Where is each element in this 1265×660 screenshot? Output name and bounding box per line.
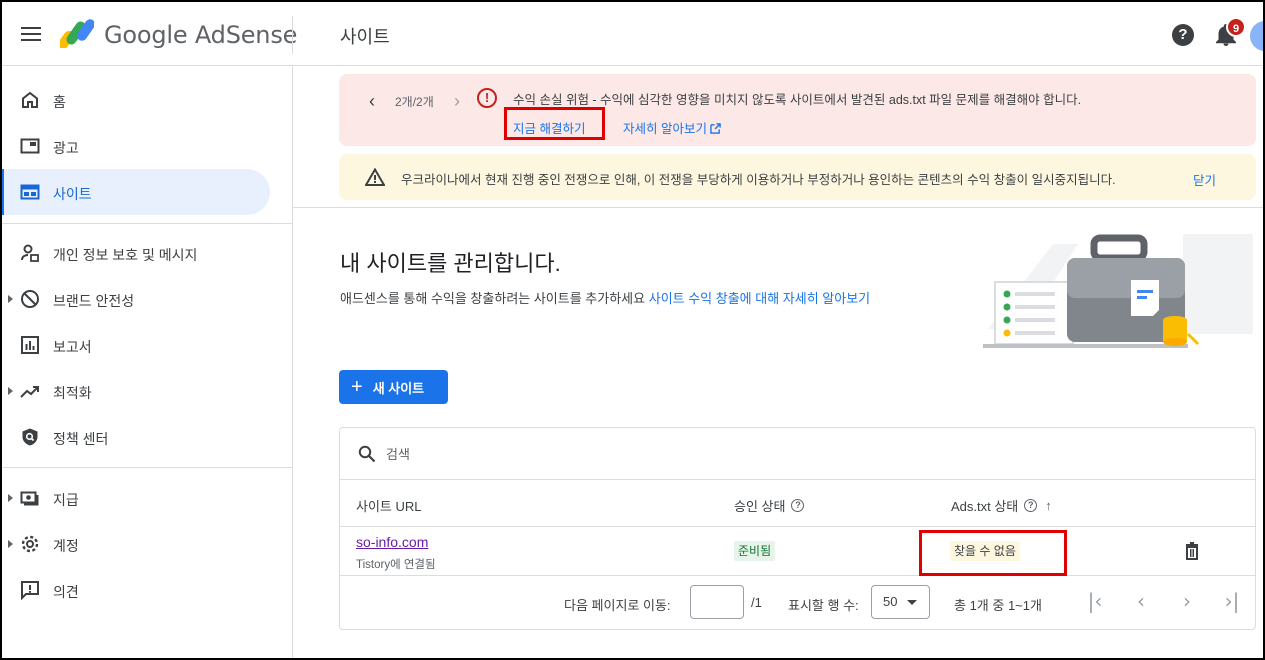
sidebar-item-label: 홈 [53, 94, 66, 110]
settings-icon [21, 535, 39, 553]
notice-message: 우크라이나에서 현재 진행 중인 전쟁으로 인해, 이 전쟁을 부당하게 이용하… [401, 173, 1116, 187]
chevron-left-icon[interactable]: ‹ [369, 91, 375, 112]
sidebar-item-ads[interactable]: 광고 [0, 123, 270, 169]
sidebar-divider [0, 223, 293, 224]
expand-caret-icon [8, 540, 13, 548]
sidebar-item-payments[interactable]: 지급 [0, 475, 270, 521]
monetize-learn-more-link[interactable]: 사이트 수익 창출에 대해 자세히 알아보기 [649, 291, 870, 306]
sidebar-divider [0, 467, 293, 468]
main-content: ‹ 2개/2개 › ! 수익 손실 위험 - 수익에 심각한 영향을 미치지 않… [293, 66, 1265, 660]
table-row: so-info.com Tistory에 연결됨 준비됨 찾을 수 없음 [340, 528, 1255, 576]
report-icon [21, 336, 39, 354]
avatar[interactable] [1250, 21, 1265, 51]
sidebar-item-brand-safety[interactable]: 브랜드 안전성 [0, 276, 270, 322]
delete-icon[interactable] [1184, 542, 1200, 560]
page-number-input[interactable] [690, 585, 744, 619]
trending-icon [20, 386, 39, 398]
sidebar-item-label: 최적화 [53, 385, 92, 401]
approval-status-badge: 준비됨 [734, 541, 776, 561]
sidebar-item-reports[interactable]: 보고서 [0, 322, 270, 368]
expand-caret-icon [8, 494, 13, 502]
sidebar-item-optimization[interactable]: 최적화 [0, 368, 270, 414]
rows-per-page-label: 표시할 행 수: [788, 598, 859, 613]
home-icon [22, 91, 38, 108]
fix-now-highlight-box [504, 107, 605, 140]
sidebar-item-label: 보고서 [53, 339, 92, 355]
sidebar-item-label: 계정 [53, 538, 79, 554]
expand-caret-icon [8, 295, 13, 303]
sidebar-item-label: 지급 [53, 492, 79, 508]
dropdown-arrow-icon [907, 600, 917, 605]
sidebar-item-label: 의견 [53, 584, 79, 600]
brand-name: Google AdSense [104, 21, 298, 49]
first-page-icon[interactable]: |‹ [1083, 589, 1107, 613]
column-header-ads-txt-status[interactable]: Ads.txt 상태? ↑ [951, 496, 1052, 515]
site-url-link[interactable]: so-info.com [356, 534, 428, 550]
expand-caret-icon [8, 387, 13, 395]
policy-icon [22, 428, 38, 446]
next-page-icon[interactable]: › [1175, 589, 1199, 613]
table-search-bar [340, 428, 1255, 480]
topbar-divider [292, 16, 293, 54]
alert-message: 수익 손실 위험 - 수익에 심각한 영향을 미치지 않도록 사이트에서 발견된… [513, 93, 1082, 107]
block-icon [21, 290, 39, 308]
adsense-logo-icon [60, 19, 94, 48]
error-icon: ! [477, 88, 497, 108]
help-circle-icon[interactable]: ? [1024, 499, 1038, 512]
sidebar-item-sites[interactable]: 사이트 [0, 169, 270, 215]
sites-table: 사이트 URL 승인 상태? Ads.txt 상태?↑ so-info.com … [339, 427, 1256, 630]
ads-icon [20, 138, 40, 154]
table-header-row: 사이트 URL 승인 상태? Ads.txt 상태? ↑ [340, 481, 1255, 527]
ads-txt-highlight-box [919, 530, 1067, 576]
page-subtext: 애드센스를 통해 수익을 창출하려는 사이트를 추가하세요 사이트 수익 창출에… [340, 291, 871, 306]
sidebar-item-home[interactable]: 홈 [0, 77, 270, 123]
page-total: /1 [751, 595, 762, 610]
column-header-site-url[interactable]: 사이트 URL [356, 496, 422, 515]
search-icon [358, 445, 376, 463]
table-pagination: 다음 페이지로 이동: /1 표시할 행 수: 50 총 1개 중 1~1개 |… [340, 577, 1255, 629]
privacy-icon [21, 244, 39, 262]
ads-txt-alert-banner: ‹ 2개/2개 › ! 수익 손실 위험 - 수익에 심각한 영향을 미치지 않… [339, 74, 1256, 146]
sidebar-item-privacy[interactable]: 개인 정보 보호 및 메시지 [0, 230, 270, 276]
learn-more-link[interactable]: 자세히 알아보기 [623, 118, 722, 137]
top-app-bar: Google AdSense 사이트 ? 9 [0, 0, 1265, 66]
column-header-approval-status[interactable]: 승인 상태? [734, 496, 805, 515]
page-title: 사이트 [340, 27, 390, 47]
sites-icon [20, 184, 40, 200]
last-page-icon[interactable]: ›| [1220, 589, 1244, 613]
ukraine-notice-banner: 우크라이나에서 현재 진행 중인 전쟁으로 인해, 이 전쟁을 부당하게 이용하… [339, 154, 1256, 200]
menu-icon[interactable] [21, 27, 41, 41]
content-divider [293, 207, 1265, 208]
help-circle-icon[interactable]: ? [791, 499, 805, 512]
external-link-icon [710, 123, 722, 134]
warning-icon [365, 168, 385, 186]
page-heading: 내 사이트를 관리합니다. [340, 251, 561, 276]
go-to-page-label: 다음 페이지로 이동: [564, 598, 671, 613]
sidebar-item-label: 개인 정보 보호 및 메시지 [53, 247, 198, 263]
payments-icon [20, 491, 39, 506]
feedback-icon [21, 581, 39, 600]
sidebar-item-label: 사이트 [53, 186, 92, 202]
search-input[interactable] [386, 444, 786, 464]
help-icon[interactable]: ? [1172, 24, 1194, 46]
briefcase-illustration [983, 234, 1253, 348]
sidebar-item-label: 광고 [53, 140, 79, 156]
sort-ascending-icon[interactable]: ↑ [1045, 498, 1052, 513]
notification-count-badge: 9 [1226, 17, 1246, 37]
dismiss-link[interactable]: 닫기 [1193, 170, 1216, 189]
chevron-right-icon[interactable]: › [454, 91, 460, 112]
sidebar-item-label: 브랜드 안전성 [53, 293, 135, 309]
pagination-summary: 총 1개 중 1~1개 [954, 598, 1042, 613]
sidebar-item-feedback[interactable]: 의견 [0, 567, 270, 613]
sidebar-item-label: 정책 센터 [53, 431, 109, 447]
alert-counter: 2개/2개 [395, 95, 434, 109]
site-connection-text: Tistory에 연결됨 [356, 559, 436, 571]
plus-icon: + [351, 376, 363, 398]
sidebar: 홈 광고 사이트 개인 정보 보호 및 메시지 브랜드 안전성 보고서 최적화 … [0, 66, 293, 660]
new-site-button[interactable]: + 새 사이트 [339, 370, 448, 404]
sidebar-item-policy-center[interactable]: 정책 센터 [0, 414, 270, 460]
rows-per-page-select[interactable]: 50 [871, 585, 930, 619]
sidebar-item-account[interactable]: 계정 [0, 521, 270, 567]
previous-page-icon[interactable]: ‹ [1129, 589, 1153, 613]
